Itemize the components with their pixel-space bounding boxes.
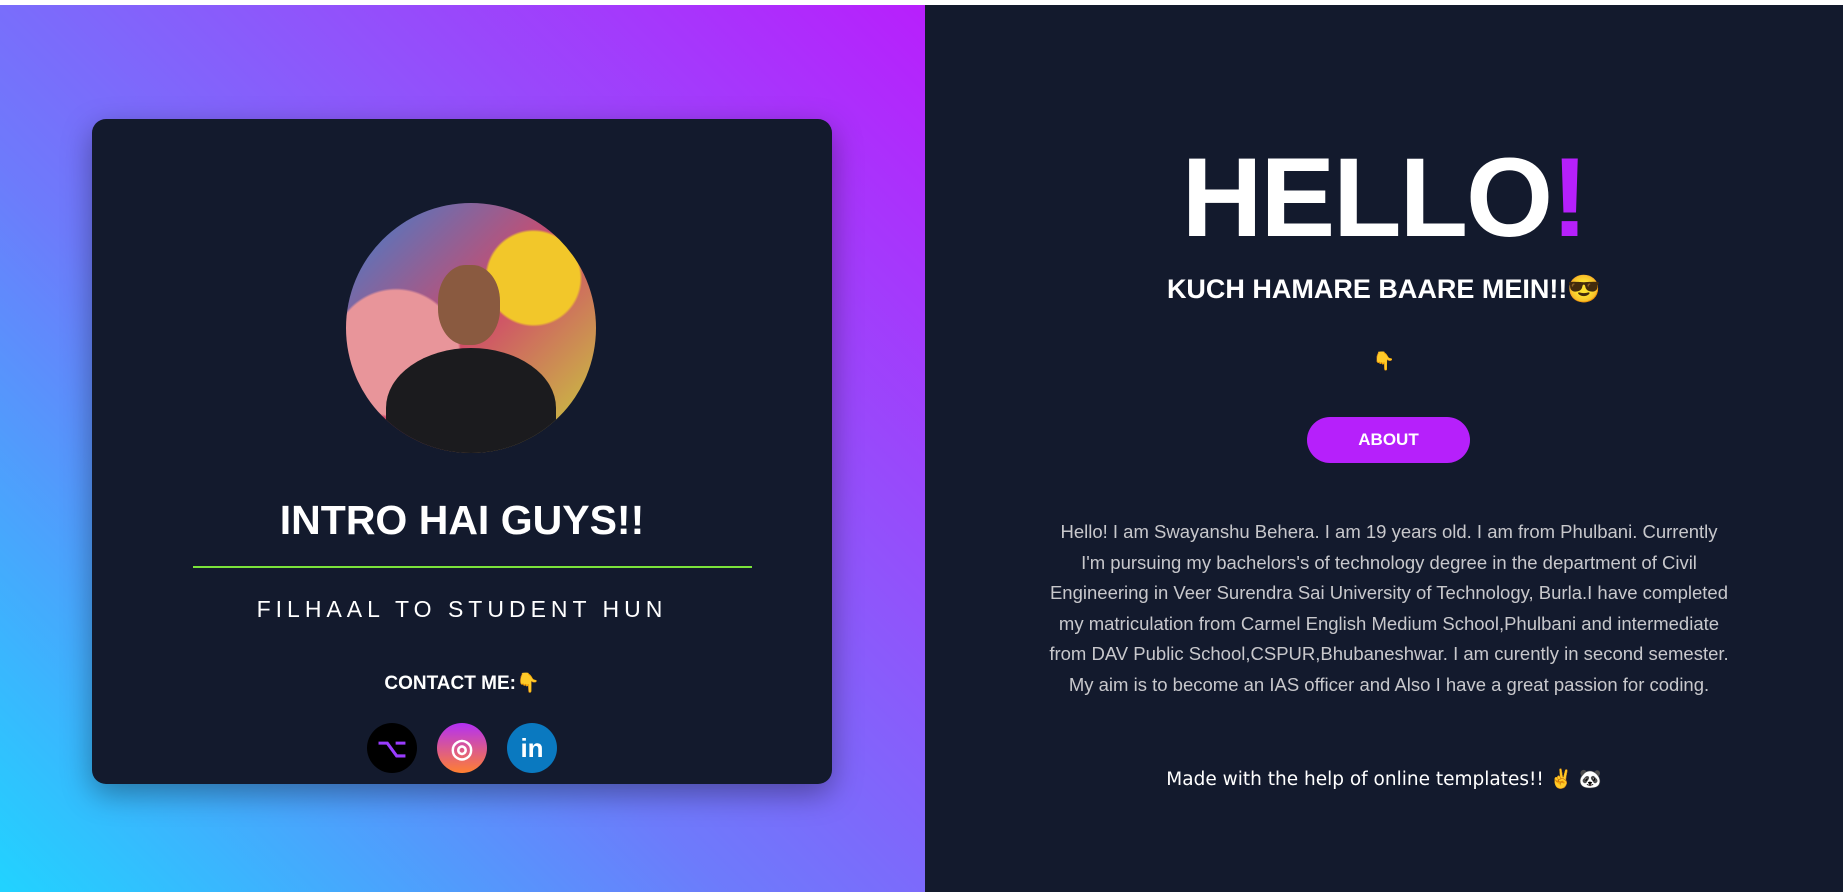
hello-heading: HELLO! <box>925 133 1843 262</box>
social-links: ⌥ ◎ in <box>92 723 832 773</box>
avatar <box>346 203 596 453</box>
about-panel: HELLO! KUCH HAMARE BAARE MEIN!!😎 👇 ABOUT… <box>925 5 1843 892</box>
hello-text: HELLO <box>1181 135 1554 260</box>
about-paragraph: Hello! I am Swayanshu Behera. I am 19 ye… <box>1049 521 1729 695</box>
page: INTRO HAI GUYS!! FILHAAL TO STUDENT HUN … <box>0 5 1843 892</box>
divider <box>193 566 752 568</box>
pointing-down-icon: 👇 <box>1372 351 1396 371</box>
section-heading: KUCH HAMARE BAARE MEIN!!😎 <box>1166 274 1602 304</box>
github-icon[interactable]: ⌥ <box>367 723 417 773</box>
contact-label: CONTACT ME:👇 <box>384 673 540 694</box>
gradient-panel: INTRO HAI GUYS!! FILHAAL TO STUDENT HUN … <box>0 5 925 892</box>
about-button[interactable]: ABOUT <box>1307 417 1470 463</box>
hello-exclamation: ! <box>1551 135 1588 260</box>
footer-note: Made with the help of online templates!!… <box>1166 769 1602 790</box>
linkedin-icon[interactable]: in <box>507 723 557 773</box>
profile-card: INTRO HAI GUYS!! FILHAAL TO STUDENT HUN … <box>92 119 832 784</box>
avatar-body <box>386 348 556 453</box>
instagram-icon[interactable]: ◎ <box>437 723 487 773</box>
card-title: INTRO HAI GUYS!! <box>279 497 645 543</box>
card-subtitle: FILHAAL TO STUDENT HUN <box>256 596 668 622</box>
avatar-head <box>438 265 500 345</box>
